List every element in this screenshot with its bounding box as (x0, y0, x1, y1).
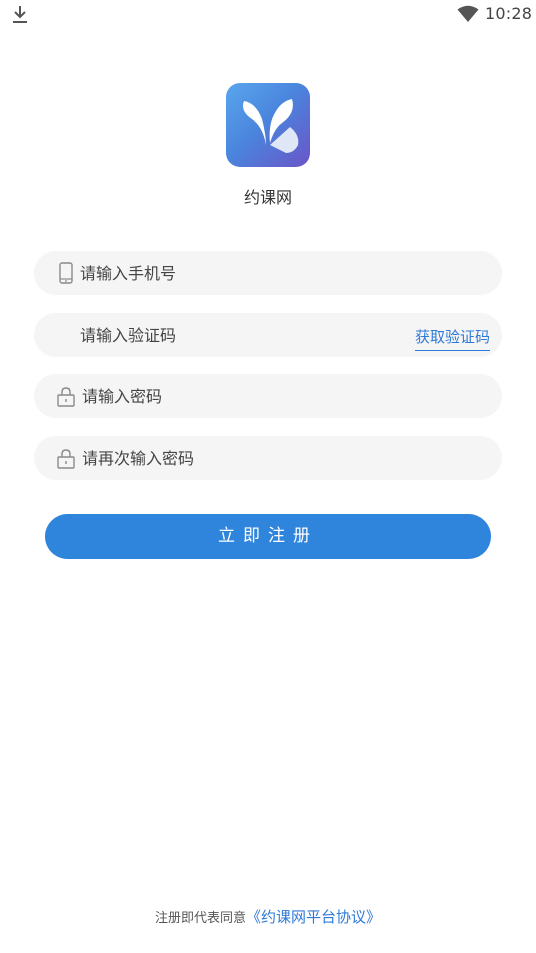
status-time: 10:28 (485, 4, 533, 23)
confirm-password-field[interactable] (34, 436, 502, 480)
get-code-button[interactable]: 获取验证码 (414, 326, 490, 351)
wifi-icon (457, 5, 479, 22)
password-field[interactable] (34, 374, 502, 418)
code-input[interactable] (80, 313, 410, 357)
app-name: 约课网 (243, 188, 292, 207)
password-input[interactable] (82, 374, 412, 418)
confirm-password-input[interactable] (82, 436, 412, 480)
register-screen: 10:28 约课网 获取验证码 (0, 0, 536, 953)
download-icon (13, 6, 27, 23)
phone-field[interactable] (34, 251, 502, 295)
phone-input[interactable] (80, 251, 410, 295)
phone-icon (59, 262, 73, 284)
agreement-link[interactable]: 《约课网平台协议》 (246, 908, 381, 926)
register-button[interactable]: 立即注册 (45, 514, 491, 559)
status-bar: 10:28 (0, 0, 536, 30)
lock-icon (57, 449, 75, 469)
app-logo (226, 83, 310, 167)
agreement: 注册即代表同意《约课网平台协议》 (0, 906, 536, 927)
code-field[interactable]: 获取验证码 (34, 313, 502, 357)
app-logo-icon (243, 99, 299, 153)
lock-icon (57, 387, 75, 407)
agreement-prefix: 注册即代表同意 (154, 911, 246, 926)
